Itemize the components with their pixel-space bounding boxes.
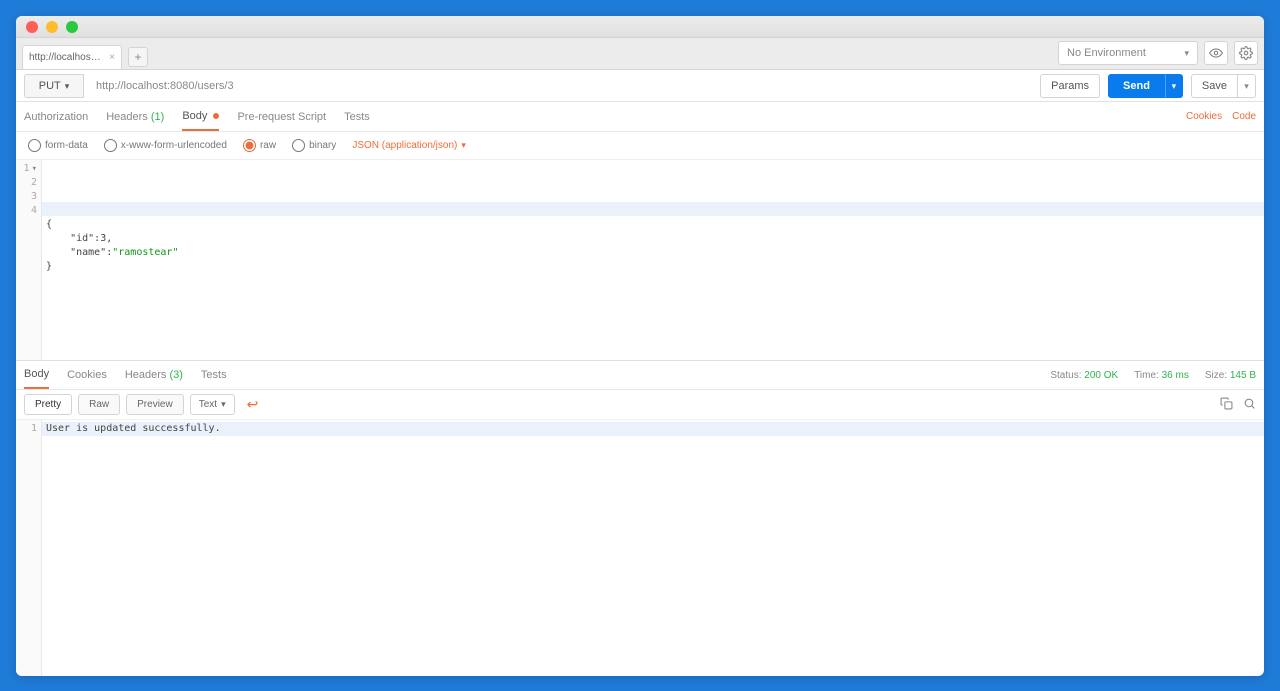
code-line-3-val: "ramostear" bbox=[112, 247, 178, 258]
response-tool-row: Pretty Raw Preview Text ↩ bbox=[16, 390, 1264, 420]
response-body-viewer[interactable]: 1 User is updated successfully. bbox=[16, 420, 1264, 676]
caret-down-icon bbox=[65, 80, 70, 92]
response-line-highlight bbox=[42, 422, 1264, 436]
radio-x-www-form-urlencoded[interactable]: x-www-form-urlencoded bbox=[104, 139, 227, 152]
environment-select[interactable]: No Environment bbox=[1058, 41, 1198, 65]
search-icon bbox=[1243, 397, 1256, 410]
save-button[interactable]: Save bbox=[1191, 74, 1238, 98]
search-response-button[interactable] bbox=[1243, 397, 1256, 413]
close-tab-icon[interactable]: × bbox=[109, 52, 115, 63]
wrap-lines-button[interactable]: ↩ bbox=[247, 396, 259, 413]
caret-down-icon bbox=[461, 140, 466, 151]
code-line-2-post: , bbox=[106, 233, 112, 244]
cookies-link[interactable]: Cookies bbox=[1186, 111, 1222, 122]
code-line-1: { bbox=[46, 219, 52, 230]
caret-down-icon bbox=[1184, 47, 1189, 59]
resp-tab-headers[interactable]: Headers (3) bbox=[125, 362, 183, 388]
radio-raw-label: raw bbox=[260, 140, 276, 151]
response-code-area: User is updated successfully. bbox=[42, 420, 225, 676]
radio-raw[interactable]: raw bbox=[243, 139, 276, 152]
copy-response-button[interactable] bbox=[1220, 397, 1233, 413]
radio-x-www-label: x-www-form-urlencoded bbox=[121, 140, 227, 151]
resp-view-raw[interactable]: Raw bbox=[78, 394, 120, 415]
resp-tab-tests[interactable]: Tests bbox=[201, 362, 227, 388]
response-size: Size: 145 B bbox=[1205, 370, 1256, 381]
unsaved-dot-icon bbox=[213, 113, 219, 119]
editor-code-area[interactable]: { "id":3, "name":"ramostear" } bbox=[42, 160, 1264, 360]
request-bar: PUT http://localhost:8080/users/3 Params… bbox=[16, 70, 1264, 102]
tab-authorization[interactable]: Authorization bbox=[24, 104, 88, 130]
tab-body-label: Body bbox=[182, 110, 207, 122]
content-type-label: JSON (application/json) bbox=[352, 140, 457, 151]
eye-icon bbox=[1209, 46, 1223, 60]
code-line-4: } bbox=[46, 261, 52, 272]
code-line-3-pre: "name": bbox=[46, 247, 112, 258]
radio-form-data-label: form-data bbox=[45, 140, 88, 151]
response-time: Time: 36 ms bbox=[1134, 370, 1189, 381]
window-close-button[interactable] bbox=[26, 21, 38, 33]
params-button[interactable]: Params bbox=[1040, 74, 1100, 98]
caret-down-icon bbox=[221, 399, 226, 410]
resp-format-label: Text bbox=[199, 399, 217, 410]
caret-down-icon bbox=[1172, 80, 1177, 92]
request-section-tabs: Authorization Headers (1) Body Pre-reque… bbox=[16, 102, 1264, 132]
request-tab-label: http://localhost:8080/ bbox=[29, 52, 103, 63]
tabs-bar: http://localhost:8080/ × + No Environmen… bbox=[16, 38, 1264, 70]
environment-selected-label: No Environment bbox=[1067, 47, 1146, 59]
tab-headers-label: Headers bbox=[106, 111, 148, 123]
app-window: http://localhost:8080/ × + No Environmen… bbox=[16, 16, 1264, 676]
content-type-select[interactable]: JSON (application/json) bbox=[352, 140, 466, 151]
request-url-input[interactable]: http://localhost:8080/users/3 bbox=[92, 80, 1032, 92]
radio-form-data[interactable]: form-data bbox=[28, 139, 88, 152]
http-method-label: PUT bbox=[39, 80, 61, 92]
request-tab[interactable]: http://localhost:8080/ × bbox=[22, 45, 122, 69]
new-tab-button[interactable]: + bbox=[128, 47, 148, 67]
http-method-select[interactable]: PUT bbox=[24, 74, 84, 98]
resp-tab-body[interactable]: Body bbox=[24, 361, 49, 389]
request-body-editor[interactable]: 1▾ 2 3 4 { "id":3, "name":"ramostear" } bbox=[16, 160, 1264, 360]
resp-format-select[interactable]: Text bbox=[190, 394, 235, 415]
copy-icon bbox=[1220, 397, 1233, 410]
resp-tab-cookies[interactable]: Cookies bbox=[67, 362, 107, 388]
send-button[interactable]: Send bbox=[1108, 74, 1165, 98]
response-status: Status: 200 OK bbox=[1050, 370, 1118, 381]
environment-preview-button[interactable] bbox=[1204, 41, 1228, 65]
response-gutter: 1 bbox=[16, 420, 42, 676]
tab-body[interactable]: Body bbox=[182, 103, 219, 131]
save-options-button[interactable] bbox=[1238, 74, 1256, 98]
body-type-row: form-data x-www-form-urlencoded raw bina… bbox=[16, 132, 1264, 160]
resp-view-pretty[interactable]: Pretty bbox=[24, 394, 72, 415]
window-maximize-button[interactable] bbox=[66, 21, 78, 33]
tab-tests[interactable]: Tests bbox=[344, 104, 370, 130]
response-line-1: User is updated successfully. bbox=[46, 423, 221, 434]
response-section-tabs: Body Cookies Headers (3) Tests Status: 2… bbox=[16, 360, 1264, 390]
titlebar bbox=[16, 16, 1264, 38]
tab-headers[interactable]: Headers (1) bbox=[106, 104, 164, 130]
resp-tab-headers-count: (3) bbox=[169, 369, 182, 381]
window-minimize-button[interactable] bbox=[46, 21, 58, 33]
editor-gutter: 1▾ 2 3 4 bbox=[16, 160, 42, 360]
gear-icon bbox=[1239, 46, 1253, 60]
settings-button[interactable] bbox=[1234, 41, 1258, 65]
tab-prerequest[interactable]: Pre-request Script bbox=[237, 104, 326, 130]
send-options-button[interactable] bbox=[1165, 74, 1183, 98]
caret-down-icon bbox=[1244, 80, 1249, 92]
tab-headers-count: (1) bbox=[151, 111, 164, 123]
code-link[interactable]: Code bbox=[1232, 111, 1256, 122]
code-line-2-pre: "id": bbox=[46, 233, 100, 244]
resp-tab-headers-label: Headers bbox=[125, 369, 167, 381]
radio-binary-label: binary bbox=[309, 140, 336, 151]
radio-binary[interactable]: binary bbox=[292, 139, 336, 152]
resp-view-preview[interactable]: Preview bbox=[126, 394, 184, 415]
